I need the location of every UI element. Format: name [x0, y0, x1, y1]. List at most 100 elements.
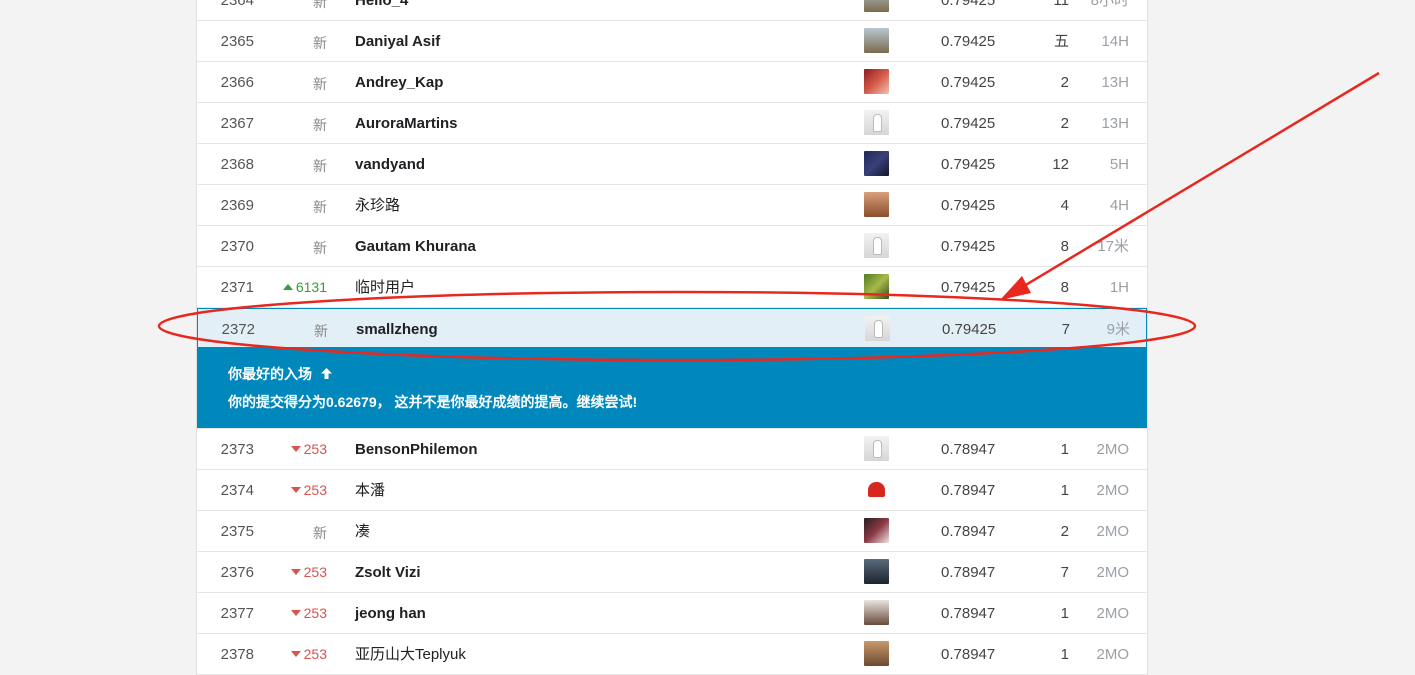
team-name[interactable]: 永珍路	[355, 197, 400, 214]
rank-change: 新	[313, 199, 327, 215]
entries-count: 11	[1053, 0, 1069, 9]
entries-count: 8	[1060, 279, 1069, 296]
score: 0.79425	[941, 238, 996, 255]
rank: 2367	[220, 115, 254, 132]
team-name[interactable]: smallzheng	[356, 321, 438, 338]
leaderboard-row: 2367 新 AuroraMartins 0.79425 2 13H	[197, 103, 1147, 144]
rank-change: 新	[313, 525, 327, 541]
rank-change: 新	[313, 158, 327, 174]
rank-change: 新	[313, 0, 327, 10]
leaderboard-row: 2366 新 Andrey_Kap 0.79425 2 13H	[197, 62, 1147, 103]
leaderboard-row: 2378 253 亚历山大Teplyuk 0.78947 1 2MO	[197, 634, 1147, 675]
rank-down-icon	[290, 651, 301, 657]
score: 0.79425	[941, 197, 996, 214]
last-submission: 2MO	[1096, 605, 1129, 622]
leaderboard-row: 2370 新 Gautam Khurana 0.79425 8 17米	[197, 226, 1147, 267]
last-submission: 4H	[1109, 197, 1129, 214]
best-entry-banner: 你最好的入场 你的提交得分为0.62679， 这并不是你最好成绩的提高。继续尝试…	[197, 348, 1147, 429]
score: 0.79425	[942, 321, 997, 338]
score: 0.78947	[941, 441, 996, 458]
avatar[interactable]	[864, 600, 889, 625]
avatar[interactable]	[865, 316, 890, 341]
last-submission: 2MO	[1096, 646, 1129, 663]
avatar[interactable]	[864, 477, 889, 502]
last-submission: 13H	[1101, 115, 1129, 132]
rank: 2375	[220, 523, 254, 540]
entries-count: 1	[1060, 646, 1069, 663]
team-name[interactable]: 本潘	[355, 482, 385, 499]
avatar[interactable]	[864, 518, 889, 543]
rank: 2369	[220, 197, 254, 214]
team-name[interactable]: BensonPhilemon	[355, 441, 478, 458]
banner-title: 你最好的入场	[228, 364, 333, 384]
rank-down-icon	[290, 487, 301, 493]
score: 0.78947	[941, 564, 996, 581]
last-submission: 5H	[1109, 156, 1129, 173]
avatar[interactable]	[864, 641, 889, 666]
banner-title-text: 你最好的入场	[228, 366, 312, 382]
entries-count: 12	[1052, 156, 1069, 173]
last-submission: 2MO	[1096, 441, 1129, 458]
score: 0.79425	[941, 33, 996, 50]
team-name[interactable]: vandyand	[355, 156, 425, 173]
entries-count: 2	[1060, 115, 1069, 132]
score: 0.78947	[941, 646, 996, 663]
avatar[interactable]	[864, 436, 889, 461]
leaderboard-row: 2373 253 BensonPhilemon 0.78947 1 2MO	[197, 429, 1147, 470]
score: 0.78947	[941, 605, 996, 622]
team-name[interactable]: 凑	[355, 523, 370, 540]
last-submission: 2MO	[1096, 482, 1129, 499]
score: 0.79425	[941, 74, 996, 91]
score: 0.79425	[941, 156, 996, 173]
last-submission: 1H	[1109, 279, 1129, 296]
leaderboard-row-partial: 2364 新 Hello_4 0.79425 11 8小时	[197, 0, 1147, 21]
team-name[interactable]: Gautam Khurana	[355, 238, 476, 255]
team-name[interactable]: Andrey_Kap	[355, 74, 443, 91]
team-name[interactable]: AuroraMartins	[355, 115, 458, 132]
rank-change: 新	[313, 240, 327, 256]
leaderboard-row: 2375 新 凑 0.78947 2 2MO	[197, 511, 1147, 552]
avatar[interactable]	[864, 559, 889, 584]
team-name[interactable]: Daniyal Asif	[355, 33, 440, 50]
rank-change: 新	[314, 323, 328, 339]
team-name[interactable]: jeong han	[355, 605, 426, 622]
avatar[interactable]	[864, 233, 889, 258]
team-name[interactable]: 临时用户	[355, 279, 415, 296]
rank-change: 新	[313, 35, 327, 51]
avatar[interactable]	[864, 69, 889, 94]
rank: 2366	[220, 74, 254, 91]
rank: 2364	[220, 0, 254, 9]
rank-change: 253	[275, 482, 327, 499]
rank: 2368	[220, 156, 254, 173]
last-submission: 2MO	[1096, 564, 1129, 581]
rank-change: 新	[313, 117, 327, 133]
your-leaderboard-row: 2372 新 smallzheng 0.79425 7 9米	[197, 308, 1147, 348]
entries-count: 1	[1060, 441, 1069, 458]
rank-down-icon	[290, 569, 301, 575]
rank: 2377	[220, 605, 254, 622]
entries-count: 4	[1060, 197, 1069, 214]
avatar[interactable]	[864, 28, 889, 53]
score: 0.79425	[941, 115, 996, 132]
team-name[interactable]: Zsolt Vizi	[355, 564, 421, 581]
banner-message: 你的提交得分为0.62679， 这并不是你最好成绩的提高。继续尝试!	[228, 394, 638, 410]
avatar[interactable]	[864, 0, 889, 12]
leaderboard-row: 2377 253 jeong han 0.78947 1 2MO	[197, 593, 1147, 634]
entries-count: 7	[1061, 321, 1070, 338]
team-name[interactable]: Hello_4	[355, 0, 408, 9]
avatar[interactable]	[864, 274, 889, 299]
entries-count: 8	[1060, 238, 1069, 255]
team-name[interactable]: 亚历山大Teplyuk	[355, 646, 466, 663]
rank-change: 253	[275, 441, 327, 458]
rank: 2370	[220, 238, 254, 255]
avatar[interactable]	[864, 151, 889, 176]
rank-down-icon	[290, 446, 301, 452]
rank: 2372	[221, 321, 255, 338]
leaderboard-row: 2376 253 Zsolt Vizi 0.78947 7 2MO	[197, 552, 1147, 593]
last-submission: 14H	[1101, 33, 1129, 50]
avatar[interactable]	[864, 192, 889, 217]
arrow-up-icon	[320, 368, 332, 379]
avatar[interactable]	[864, 110, 889, 135]
entries-count: 7	[1060, 564, 1069, 581]
entries-count: 五	[1053, 33, 1069, 50]
